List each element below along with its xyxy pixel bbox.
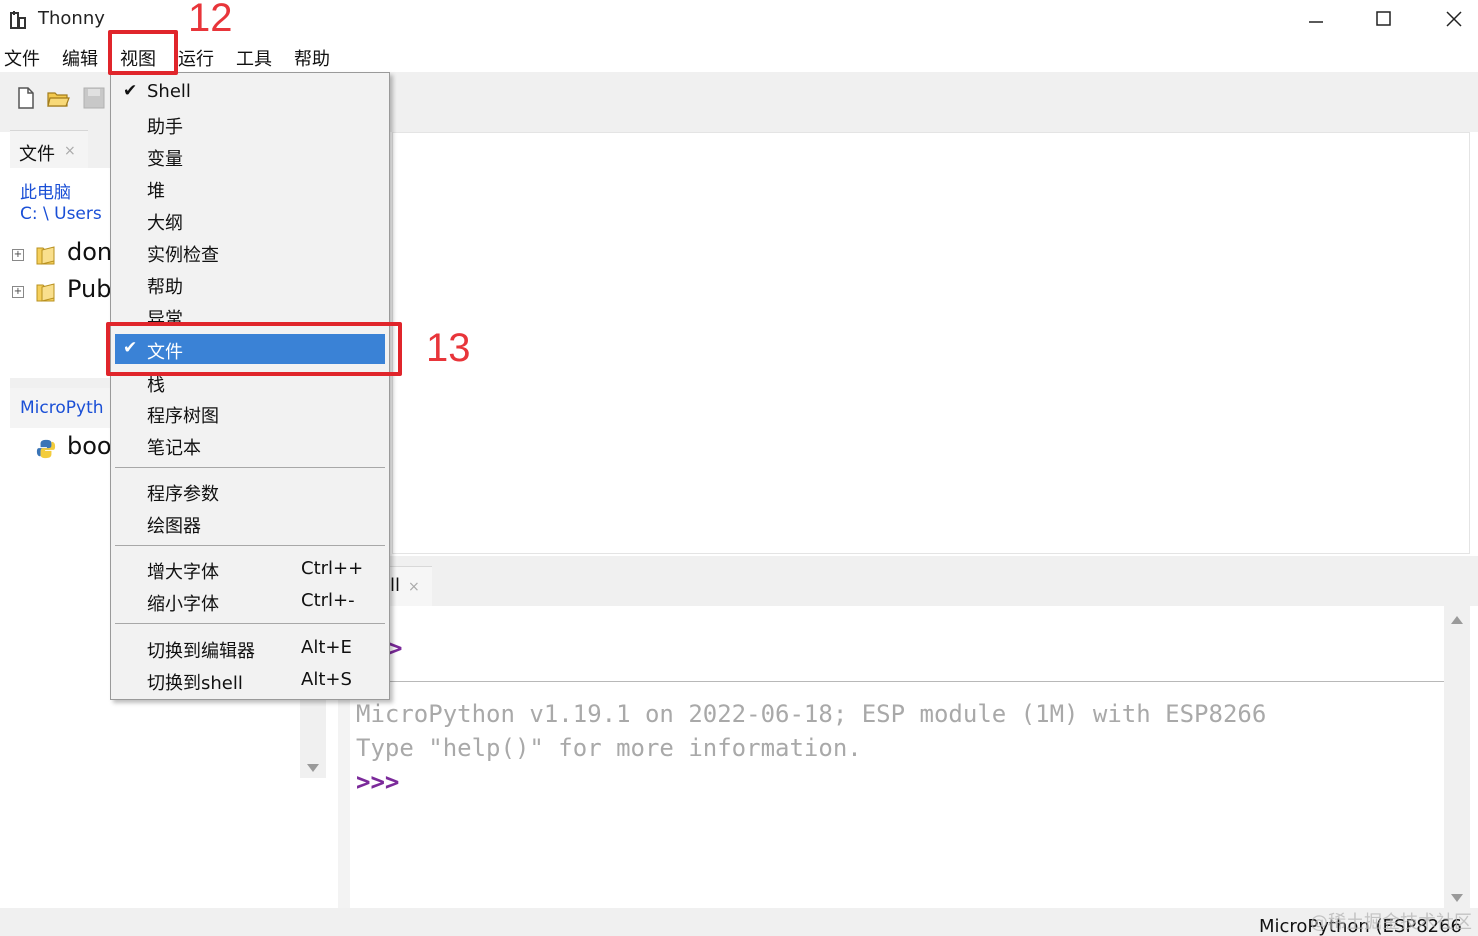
- menu-file[interactable]: 文件: [4, 45, 40, 71]
- view-menu-dropdown: ✔ Shell 助手 变量 堆 大纲 实例检查 帮助 异常 ✔ 文件 栈 程序树…: [110, 72, 390, 700]
- scroll-down-arrow-icon[interactable]: [307, 764, 319, 772]
- check-icon: ✔: [123, 81, 138, 101]
- menu-item-label: 异常: [147, 309, 183, 323]
- menu-separator: [115, 623, 385, 624]
- shell-divider: [350, 681, 1444, 682]
- menu-item-focus-shell[interactable]: 切换到shell Alt+S: [115, 665, 385, 695]
- breadcrumb-path[interactable]: C: \ Users: [20, 204, 102, 224]
- menu-item-plotter[interactable]: 绘图器: [115, 508, 385, 538]
- shell-prompt[interactable]: >>>: [356, 768, 399, 796]
- new-file-icon[interactable]: [14, 86, 38, 110]
- menu-separator: [115, 467, 385, 468]
- device-file-label: boo: [67, 432, 112, 460]
- menu-item-variables[interactable]: 变量: [115, 141, 385, 171]
- menu-help[interactable]: 帮助: [294, 45, 330, 71]
- menu-item-shortcut: Ctrl++: [301, 558, 364, 579]
- thonny-app-icon: [10, 11, 26, 29]
- menu-item-program-arguments[interactable]: 程序参数: [115, 476, 385, 506]
- minimize-icon: [1309, 21, 1323, 23]
- menu-item-label: 切换到shell: [147, 673, 243, 694]
- editor-area[interactable]: [392, 132, 1470, 554]
- annotation-step-13: 13: [426, 326, 471, 370]
- menu-item-notes[interactable]: 笔记本: [115, 430, 385, 460]
- menu-item-label: Shell: [147, 81, 191, 102]
- menu-item-heap[interactable]: 堆: [115, 173, 385, 203]
- tab-files[interactable]: 文件 ×: [10, 130, 88, 168]
- scroll-up-arrow-icon[interactable]: [1451, 616, 1463, 624]
- annotation-box-view-menu: [108, 30, 178, 75]
- folder-label: Pub: [67, 275, 112, 303]
- menu-item-label: 大纲: [147, 213, 183, 234]
- shell-tab-label: ll: [390, 575, 401, 596]
- menu-run[interactable]: 运行: [178, 45, 214, 71]
- python-file-icon: [36, 439, 56, 459]
- menu-item-label: 增大字体: [147, 562, 219, 583]
- shell-scrollbar[interactable]: [1444, 606, 1470, 908]
- close-icon: [1446, 11, 1462, 27]
- breadcrumb-this-pc[interactable]: 此电脑: [20, 178, 71, 203]
- menu-item-decrease-font[interactable]: 缩小字体 Ctrl+-: [115, 586, 385, 616]
- menu-item-label: 切换到编辑器: [147, 641, 255, 662]
- folder-icon: [36, 283, 55, 302]
- menu-tools[interactable]: 工具: [236, 45, 272, 71]
- expand-icon[interactable]: +: [12, 249, 24, 261]
- files-tab-label: 文件: [19, 144, 55, 165]
- scroll-down-arrow-icon[interactable]: [1451, 894, 1463, 902]
- menu-item-focus-editor[interactable]: 切换到编辑器 Alt+E: [115, 633, 385, 663]
- menu-item-label: 绘图器: [147, 516, 201, 537]
- shell-previous-prompt: >: [388, 634, 403, 662]
- micropython-device-link[interactable]: MicroPyth: [20, 398, 104, 418]
- menu-separator: [115, 545, 385, 546]
- shell-tabbar: [326, 556, 1478, 606]
- maximize-button[interactable]: [1362, 4, 1406, 34]
- menu-item-object-inspector[interactable]: 实例检查: [115, 237, 385, 267]
- menu-item-shortcut: Alt+E: [301, 637, 352, 658]
- folder-icon: [36, 246, 55, 265]
- shell-output-line-1: MicroPython v1.19.1 on 2022-06-18; ESP m…: [356, 700, 1267, 728]
- menu-bar: 文件 编辑 视图 运行 工具 帮助: [0, 40, 1478, 72]
- folder-label: don: [67, 238, 113, 266]
- annotation-box-files-item: [106, 322, 402, 376]
- menu-item-label: 堆: [147, 181, 165, 202]
- menu-item-shortcut: Ctrl+-: [301, 590, 355, 611]
- menu-item-label: 帮助: [147, 277, 183, 298]
- menu-item-label: 程序树图: [147, 406, 219, 427]
- open-folder-icon[interactable]: [46, 86, 70, 110]
- menu-item-label: 程序参数: [147, 484, 219, 505]
- menu-item-shell[interactable]: ✔ Shell: [115, 77, 385, 107]
- menu-edit[interactable]: 编辑: [62, 45, 98, 71]
- shell-tab-close-icon[interactable]: ×: [408, 579, 420, 595]
- shell-output-line-2: Type "help()" for more information.: [356, 734, 862, 762]
- menu-item-label: 实例检查: [147, 245, 219, 266]
- tab-shell[interactable]: ll ×: [384, 566, 432, 606]
- minimize-button[interactable]: [1294, 4, 1338, 34]
- menu-item-increase-font[interactable]: 增大字体 Ctrl++: [115, 554, 385, 584]
- status-bar: MicroPython (ESP8266 @稀土掘金技术社区: [0, 908, 1478, 936]
- close-button[interactable]: [1432, 4, 1476, 34]
- menu-item-label: 助手: [147, 117, 183, 138]
- menu-item-exception[interactable]: 异常: [115, 301, 385, 323]
- menu-item-program-tree[interactable]: 程序树图: [115, 398, 385, 428]
- menu-item-shortcut: Alt+S: [301, 669, 352, 690]
- watermark: @稀土掘金技术社区: [1310, 912, 1472, 933]
- annotation-step-12: 12: [188, 0, 233, 40]
- menu-item-label: 笔记本: [147, 438, 201, 459]
- menu-item-label: 缩小字体: [147, 594, 219, 615]
- menu-item-outline[interactable]: 大纲: [115, 205, 385, 235]
- menu-item-help[interactable]: 帮助: [115, 269, 385, 299]
- save-icon[interactable]: [82, 86, 106, 110]
- menu-item-assistant[interactable]: 助手: [115, 109, 385, 139]
- window-title: Thonny: [38, 8, 105, 29]
- expand-icon[interactable]: +: [12, 286, 24, 298]
- files-tab-close-icon[interactable]: ×: [64, 143, 76, 159]
- menu-item-label: 变量: [147, 149, 183, 170]
- maximize-icon: [1376, 11, 1391, 26]
